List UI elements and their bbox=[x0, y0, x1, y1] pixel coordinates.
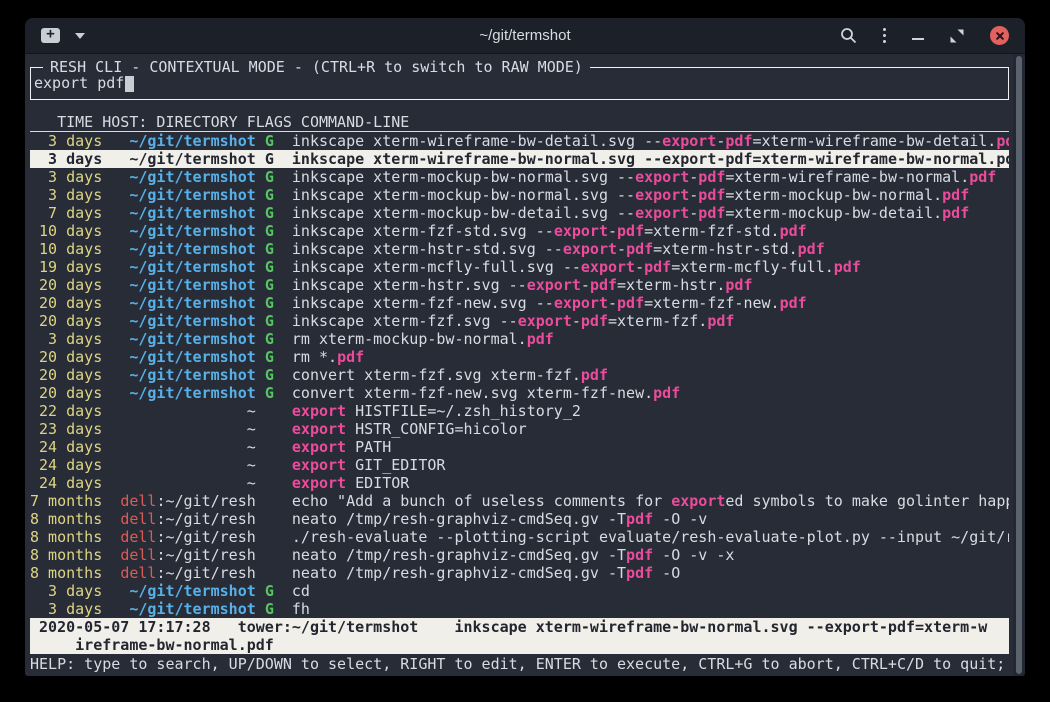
history-row[interactable]: 24 days ~ export GIT_EDITOR bbox=[30, 456, 1009, 474]
detail-line-1: 2020-05-07 17:17:28 tower:~/git/termshot… bbox=[30, 618, 1009, 636]
scrollbar-thumb[interactable] bbox=[1016, 56, 1022, 674]
history-row[interactable]: 24 days ~ export EDITOR bbox=[30, 474, 1009, 492]
history-row[interactable]: 20 days ~/git/termshot G convert xterm-f… bbox=[30, 384, 1009, 402]
search-query: export pdf bbox=[34, 74, 124, 92]
history-row[interactable]: 8 months dell:~/git/resh ./resh-evaluate… bbox=[30, 528, 1009, 546]
history-row[interactable]: 8 months dell:~/git/resh neato /tmp/resh… bbox=[30, 564, 1009, 582]
history-row[interactable]: 20 days ~/git/termshot G inkscape xterm-… bbox=[30, 276, 1009, 294]
history-row[interactable]: 23 days ~ export HSTR_CONFIG=hicolor bbox=[30, 420, 1009, 438]
tab-dropdown-icon[interactable] bbox=[75, 33, 85, 39]
history-row[interactable]: 7 months dell:~/git/resh echo "Add a bun… bbox=[30, 492, 1009, 510]
history-row[interactable]: 19 days ~/git/termshot G inkscape xterm-… bbox=[30, 258, 1009, 276]
window-title: ~/git/termshot bbox=[479, 27, 570, 44]
new-tab-icon[interactable] bbox=[41, 28, 60, 43]
history-row[interactable]: 20 days ~/git/termshot G inkscape xterm-… bbox=[30, 294, 1009, 312]
detail-line-2: ireframe-bw-normal.pdf bbox=[30, 636, 1009, 654]
search-box[interactable]: RESH CLI - CONTEXTUAL MODE - (CTRL+R to … bbox=[30, 67, 1009, 100]
history-row[interactable]: 8 months dell:~/git/resh neato /tmp/resh… bbox=[30, 546, 1009, 564]
history-row[interactable]: 20 days ~/git/termshot G rm *.pdf bbox=[30, 348, 1009, 366]
table-header: TIME HOST: DIRECTORY FLAGS COMMAND-LINE bbox=[30, 113, 1009, 132]
history-row[interactable]: 3 days ~/git/termshot G inkscape xterm-m… bbox=[30, 186, 1009, 204]
history-row[interactable]: 10 days ~/git/termshot G inkscape xterm-… bbox=[30, 222, 1009, 240]
history-row[interactable]: 8 months dell:~/git/resh neato /tmp/resh… bbox=[30, 510, 1009, 528]
history-row[interactable]: 3 days ~/git/termshot G cd bbox=[30, 582, 1009, 600]
terminal-screen: RESH CLI - CONTEXTUAL MODE - (CTRL+R to … bbox=[25, 54, 1025, 676]
close-icon[interactable] bbox=[990, 26, 1009, 45]
terminal-window: ~/git/termshot RESH CLI - CONTEXTUAL MOD… bbox=[25, 18, 1025, 676]
history-rows: 3 days ~/git/termshot G inkscape xterm-w… bbox=[30, 132, 1009, 618]
history-row[interactable]: 20 days ~/git/termshot G convert xterm-f… bbox=[30, 366, 1009, 384]
history-row[interactable]: 24 days ~ export PATH bbox=[30, 438, 1009, 456]
restore-icon[interactable] bbox=[950, 29, 964, 43]
selected-command-detail: 2020-05-07 17:17:28 tower:~/git/termshot… bbox=[30, 618, 1009, 654]
history-row[interactable]: 22 days ~ export HISTFILE=~/.zsh_history… bbox=[30, 402, 1009, 420]
search-box-label: RESH CLI - CONTEXTUAL MODE - (CTRL+R to … bbox=[43, 58, 590, 76]
history-row-selected[interactable]: 3 days ~/git/termshot G inkscape xterm-w… bbox=[30, 150, 1009, 168]
menu-kebab-icon[interactable] bbox=[883, 28, 886, 43]
history-row[interactable]: 3 days ~/git/termshot G inkscape xterm-m… bbox=[30, 168, 1009, 186]
history-row[interactable]: 3 days ~/git/termshot G inkscape xterm-w… bbox=[30, 132, 1009, 150]
scrollbar-track[interactable] bbox=[1013, 54, 1025, 676]
history-row[interactable]: 7 days ~/git/termshot G inkscape xterm-m… bbox=[30, 204, 1009, 222]
search-icon[interactable] bbox=[840, 27, 857, 44]
history-row[interactable]: 20 days ~/git/termshot G inkscape xterm-… bbox=[30, 312, 1009, 330]
text-cursor bbox=[125, 76, 134, 92]
history-row[interactable]: 3 days ~/git/termshot G rm xterm-mockup-… bbox=[30, 330, 1009, 348]
minimize-icon[interactable] bbox=[912, 38, 924, 40]
history-row[interactable]: 10 days ~/git/termshot G inkscape xterm-… bbox=[30, 240, 1009, 258]
help-line: HELP: type to search, UP/DOWN to select,… bbox=[30, 655, 1009, 673]
history-row[interactable]: 3 days ~/git/termshot G fh bbox=[30, 600, 1009, 618]
titlebar: ~/git/termshot bbox=[25, 18, 1025, 54]
